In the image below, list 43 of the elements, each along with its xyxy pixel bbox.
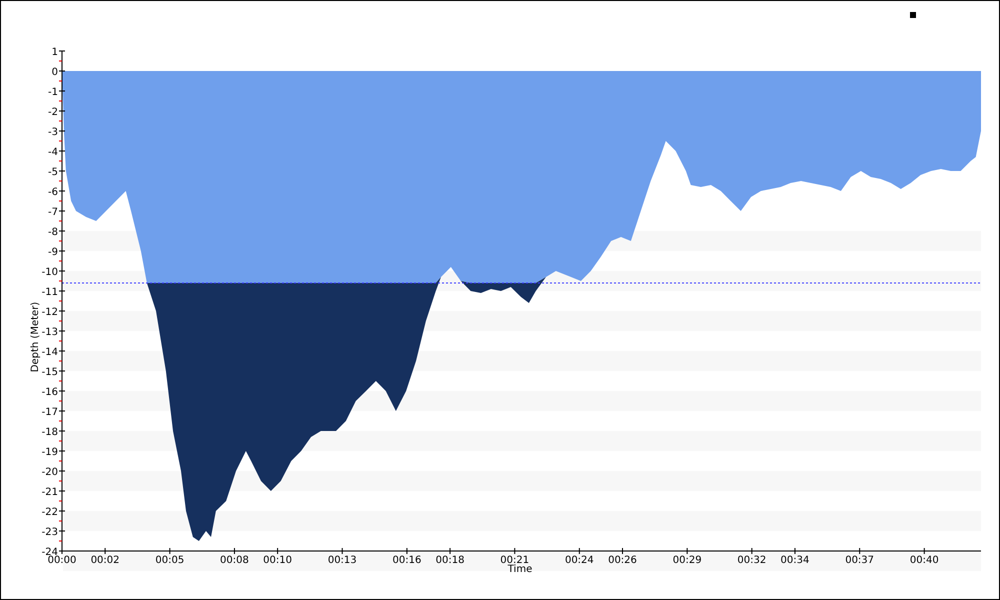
y-tick-label: -6 [48,187,58,198]
y-tick-label: -13 [42,327,58,338]
x-tick-label: 00:13 [328,555,357,566]
x-tick-label: 00:05 [155,555,184,566]
y-tick-label: -4 [48,147,58,158]
x-tick-label: 00:26 [608,555,637,566]
x-tick-label: 00:24 [564,555,594,566]
y-tick-label: -18 [42,427,58,438]
y-tick-label: -15 [42,367,58,378]
y-tick-label: -20 [42,467,58,478]
x-tick-label: 00:37 [845,555,874,566]
x-tick-label: 00:08 [220,555,249,566]
y-tick-label: -21 [42,487,58,498]
x-tick-label: 00:29 [672,555,702,566]
y-tick-label: -5 [48,167,58,178]
y-tick-label: -2 [48,107,58,118]
y-tick-label: -12 [42,307,58,318]
y-tick-label: -7 [48,207,58,218]
y-tick-label: -19 [42,447,58,458]
x-axis-title: Time [508,564,532,575]
y-tick-label: -22 [42,507,58,518]
x-tick-label: 00:18 [436,555,464,566]
x-tick-label: 00:16 [392,555,422,566]
x-tick-label: 00:34 [780,555,810,566]
legend-marker-icon [910,12,916,18]
y-tick-label: -1 [48,87,58,98]
y-tick-label: -10 [42,267,58,278]
y-tick-label: -8 [48,227,58,238]
y-tick-label: -17 [42,407,58,418]
x-tick-label: 00:00 [48,555,76,566]
x-tick-label: 00:32 [737,555,766,566]
y-tick-label: -16 [42,387,58,398]
x-tick-label: 00:10 [263,555,292,566]
y-tick-label: -23 [42,527,58,538]
y-tick-label: -9 [48,247,58,258]
y-tick-label: -14 [42,347,58,358]
y-tick-label: -11 [42,287,58,298]
y-tick-label: 1 [52,47,58,58]
x-tick-label: 00:40 [910,555,939,566]
y-tick-label: -3 [48,127,58,138]
y-axis-title: Depth (Meter) [30,302,41,372]
y-tick-label: 0 [52,67,58,78]
x-tick-label: 00:02 [90,555,120,566]
